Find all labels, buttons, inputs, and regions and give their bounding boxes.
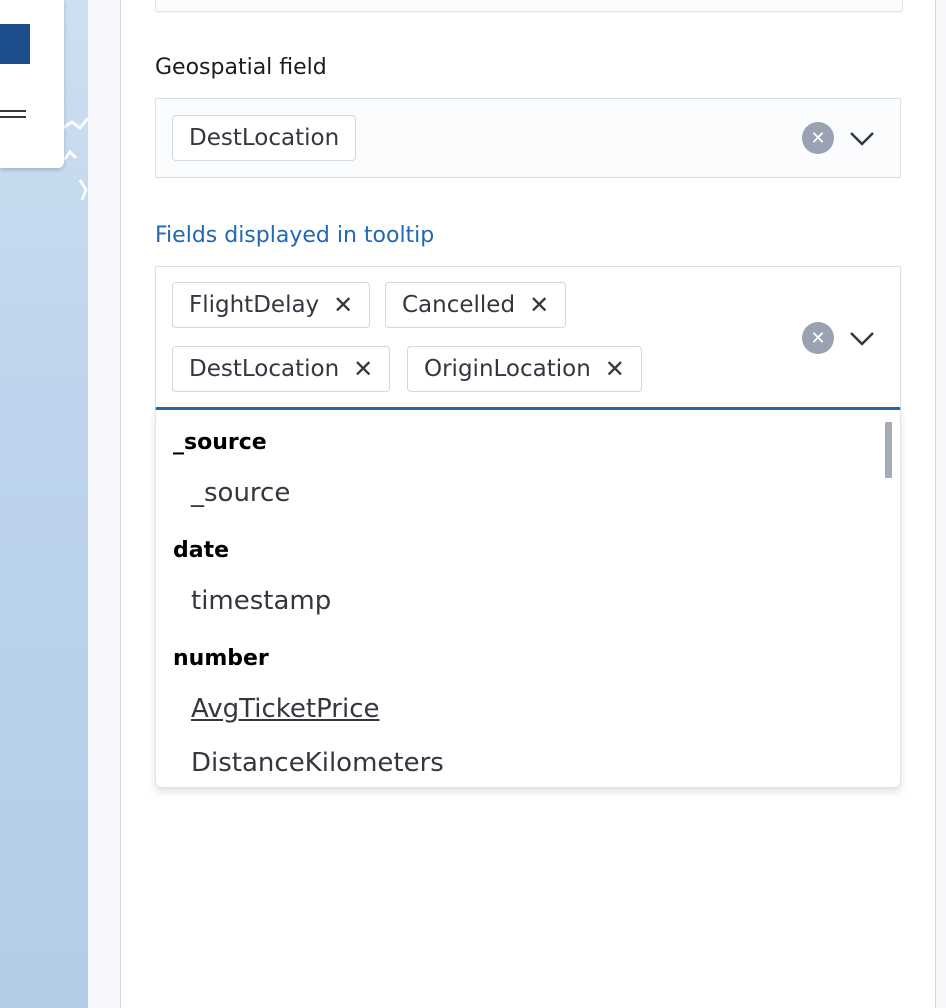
clear-icon[interactable]: ✕ [802,122,834,154]
previous-field[interactable] [155,0,903,12]
chevron-down-icon[interactable] [848,324,876,352]
chevron-down-icon[interactable] [848,124,876,152]
tooltip-field-pill: DestLocation ✕ [172,346,391,392]
option-item-highlighted[interactable]: AvgTicketPrice [191,694,380,724]
layer-settings-panel: Geospatial field DestLocation ✕ Fields d… [120,0,936,1008]
geospatial-selected-pill: DestLocation [172,115,357,161]
tooltip-field-pill: FlightDelay ✕ [172,282,371,328]
geospatial-field-combobox[interactable]: DestLocation ✕ [155,98,901,178]
close-icon[interactable]: ✕ [353,357,373,381]
geospatial-selected-label: DestLocation [189,125,340,151]
option-item[interactable]: DistanceKilometers [191,748,444,778]
geospatial-field-label: Geospatial field [155,55,327,80]
tooltip-fields-label: Fields displayed in tooltip [155,223,435,248]
tooltip-fields-combobox[interactable]: FlightDelay ✕ Cancelled ✕ DestLocation ✕… [155,266,901,410]
tooltip-field-label: DestLocation [189,356,340,382]
option-item[interactable]: timestamp [191,586,331,616]
option-item[interactable]: _source [191,478,290,508]
map-layer-button[interactable] [0,24,30,64]
group-header: number [173,646,269,671]
map-control-panel [0,0,64,168]
close-icon[interactable]: ✕ [605,357,625,381]
group-header: _source [173,430,267,455]
close-icon[interactable]: ✕ [333,293,353,317]
tooltip-field-label: OriginLocation [424,356,591,382]
dropdown-scrollbar[interactable] [885,422,892,478]
tooltip-field-label: FlightDelay [189,292,320,318]
group-header: date [173,538,230,563]
field-options-dropdown: _source _source date timestamp number Av… [155,410,901,788]
tooltip-field-pill: Cancelled ✕ [385,282,567,328]
close-icon[interactable]: ✕ [529,293,549,317]
tooltip-field-label: Cancelled [402,292,516,318]
menu-icon[interactable] [0,110,26,118]
tooltip-field-pill: OriginLocation ✕ [407,346,642,392]
clear-icon[interactable]: ✕ [802,322,834,354]
map-area[interactable] [0,0,88,1008]
